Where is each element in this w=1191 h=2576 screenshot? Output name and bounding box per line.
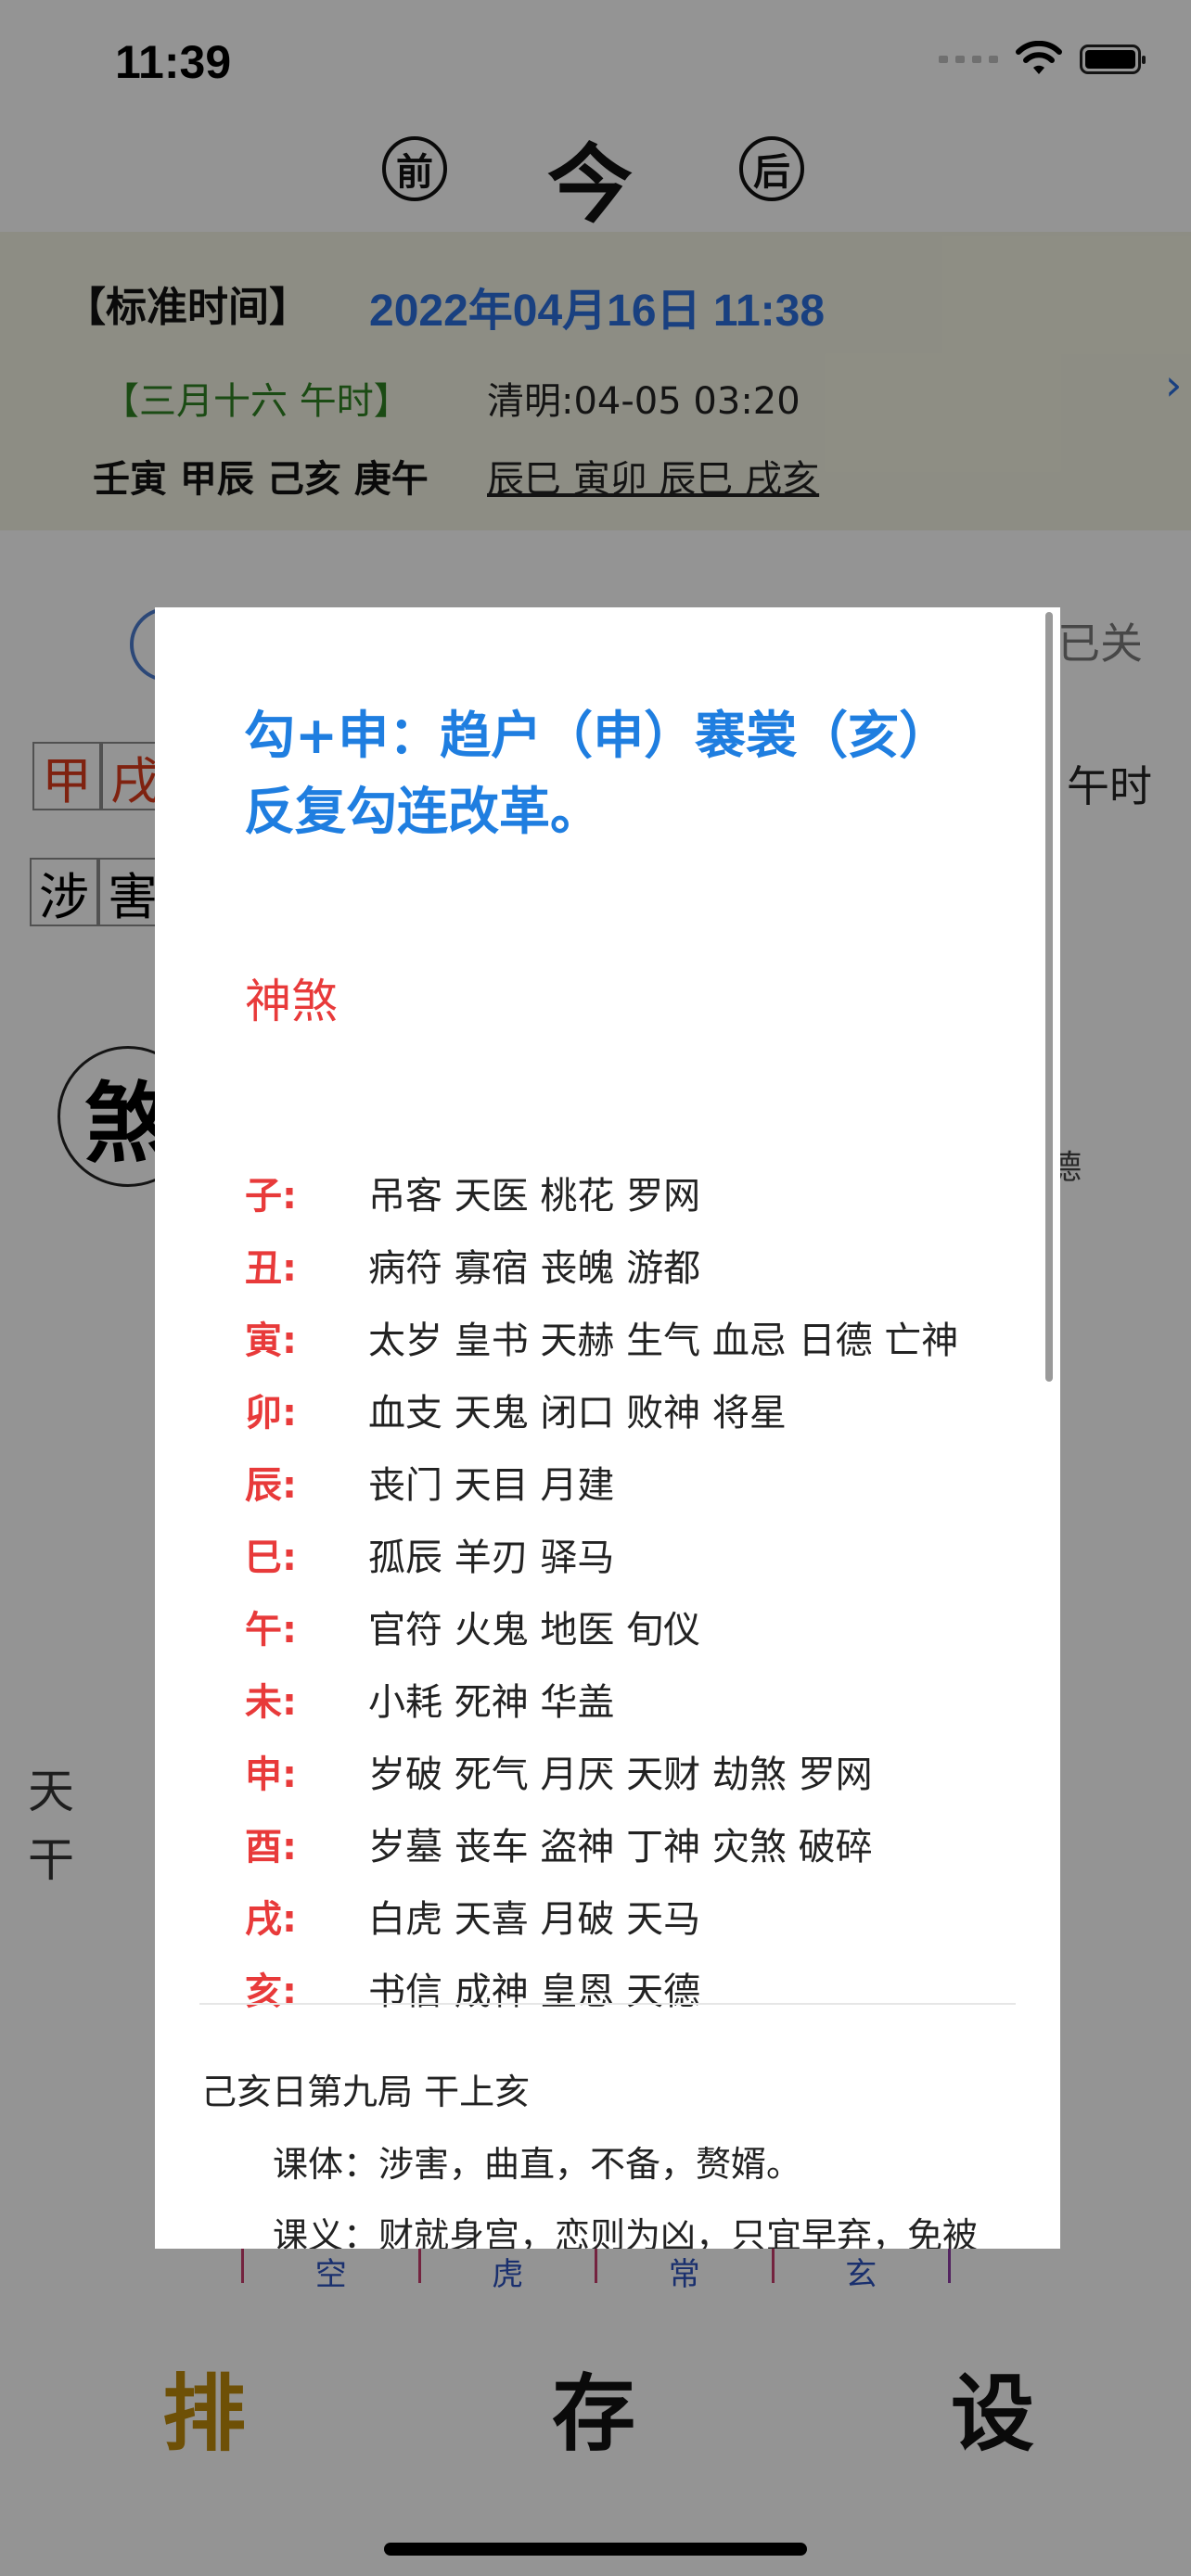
- branch-key: 未:: [245, 1681, 297, 1724]
- shensha-values: 小耗 死神 华盖: [368, 1681, 615, 1724]
- branch-key: 亥:: [245, 1970, 297, 2013]
- shensha-values: 岁破 死气 月厌 天财 劫煞 罗网: [368, 1753, 873, 1796]
- shensha-row: 戌: 白虎 天喜 月破 天马: [245, 1880, 700, 1952]
- shensha-values: 官符 火鬼 地医 旬仪: [368, 1609, 701, 1651]
- shensha-row: 未: 小耗 死神 华盖: [245, 1663, 614, 1735]
- shensha-row: 辰: 丧门 天目 月建: [245, 1446, 614, 1518]
- shensha-values: 白虎 天喜 月破 天马: [368, 1898, 701, 1941]
- shensha-values: 书信 成神 皇恩 天德: [368, 1970, 701, 2013]
- branch-key: 酉:: [245, 1826, 297, 1868]
- branch-key: 巳:: [245, 1537, 297, 1579]
- divider: [199, 2003, 1016, 2005]
- shensha-row: 丑: 病符 寡宿 丧魄 游都: [245, 1229, 700, 1301]
- shensha-row: 卯: 血支 天鬼 闭口 败神 将星: [245, 1373, 787, 1446]
- branch-key: 丑:: [245, 1247, 297, 1290]
- shensha-values: 吊客 天医 桃花 罗网: [368, 1175, 701, 1218]
- shensha-row: 子: 吊客 天医 桃花 罗网: [245, 1156, 700, 1229]
- shensha-heading: 神煞: [245, 975, 338, 1028]
- shensha-values: 岁墓 丧车 盗神 丁神 灾煞 破碎: [368, 1826, 873, 1868]
- branch-key: 午:: [245, 1609, 297, 1651]
- shensha-values: 血支 天鬼 闭口 败神 将星: [368, 1392, 787, 1435]
- shensha-row: 亥: 书信 成神 皇恩 天德: [245, 1952, 700, 2024]
- shensha-row: 午: 官符 火鬼 地医 旬仪: [245, 1590, 700, 1663]
- shensha-values: 太岁 皇书 天赫 生气 血忌 日德 亡神: [368, 1320, 959, 1362]
- branch-key: 卯:: [245, 1392, 297, 1435]
- lesson-meaning: 课义：财就身宫，恋则为凶，只宜早弃，免被: [273, 2215, 979, 2249]
- day-line: 己亥日第九局 干上亥: [201, 2072, 531, 2112]
- shensha-values: 孤辰 羊刃 驿马: [368, 1537, 615, 1579]
- branch-key: 子:: [245, 1175, 297, 1218]
- home-indicator[interactable]: [384, 2543, 807, 2556]
- shensha-row: 酉: 岁墓 丧车 盗神 丁神 灾煞 破碎: [245, 1807, 873, 1880]
- branch-key: 戌:: [245, 1898, 297, 1941]
- lesson-type: 课体：涉害，曲直，不备，赘婿。: [273, 2144, 802, 2185]
- modal-title: 勾+申：趋户（申）褰裳（亥）反复勾连改革。: [244, 706, 925, 841]
- branch-key: 辰:: [245, 1464, 297, 1507]
- detail-modal[interactable]: 勾+申：趋户（申）褰裳（亥）反复勾连改革。 神煞 子: 吊客 天医 桃花 罗网丑:…: [155, 607, 1060, 2249]
- shensha-row: 巳: 孤辰 羊刃 驿马: [245, 1518, 614, 1590]
- shensha-values: 病符 寡宿 丧魄 游都: [368, 1247, 701, 1290]
- branch-key: 寅:: [245, 1320, 297, 1362]
- shensha-row: 申: 岁破 死气 月厌 天财 劫煞 罗网: [245, 1735, 873, 1807]
- modal-scrollbar[interactable]: [1045, 612, 1053, 1382]
- shensha-row: 寅: 太岁 皇书 天赫 生气 血忌 日德 亡神: [245, 1301, 958, 1373]
- shensha-values: 丧门 天目 月建: [368, 1464, 615, 1507]
- branch-key: 申:: [245, 1753, 297, 1796]
